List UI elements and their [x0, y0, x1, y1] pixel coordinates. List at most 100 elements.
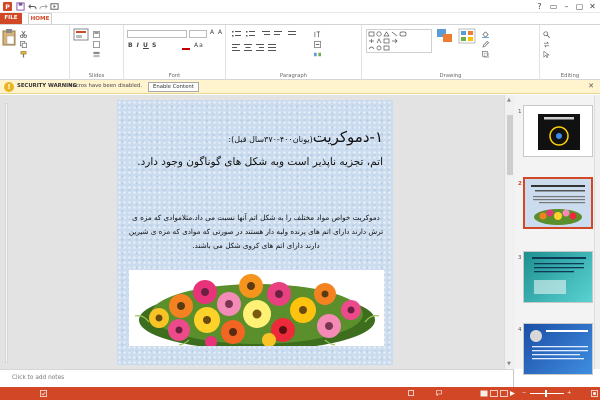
zoom-slider-track[interactable] — [530, 393, 564, 394]
reset-icon — [93, 40, 100, 48]
change-case-icon[interactable]: Aa — [194, 42, 204, 49]
thumbnail-slide-4[interactable] — [523, 323, 593, 375]
slide-subheading[interactable]: اتم، تجزیه ناپذیر است وبه شکل های گوناگو… — [127, 156, 383, 168]
save-icon[interactable] — [16, 2, 25, 11]
convert-smartart-button[interactable] — [314, 50, 323, 58]
flower-bouquet-image[interactable] — [129, 270, 384, 346]
quick-styles-button[interactable] — [458, 28, 478, 58]
zoom-in-icon[interactable]: + — [567, 390, 571, 396]
warning-icon: ! — [4, 82, 14, 92]
select-button[interactable] — [543, 50, 552, 58]
slide-heading-main: ۱-دموکریت — [312, 128, 383, 146]
paragraph-group: Paragraph — [226, 25, 362, 80]
scroll-up-arrow-icon[interactable]: ▲ — [507, 97, 511, 103]
slide-body-text[interactable]: دموکریت خواص مواد مختلف را به شکل اتم آن… — [127, 211, 385, 253]
format-painter-button[interactable] — [20, 50, 29, 58]
notes-toggle[interactable] — [408, 390, 414, 398]
shape-outline-button[interactable] — [482, 40, 491, 48]
drawing-group-label: Drawing — [439, 73, 462, 79]
thumbnail-slide-3[interactable] — [523, 251, 593, 303]
notes-pane[interactable]: Click to add notes — [0, 369, 514, 387]
find-button[interactable] — [543, 30, 552, 38]
replace-button[interactable] — [543, 40, 552, 48]
zoom-slider-thumb[interactable] — [545, 390, 547, 397]
scrollbar-thumb[interactable] — [507, 115, 513, 175]
thumbnail-slide-2[interactable] — [523, 177, 593, 229]
font-name-dropdown[interactable] — [127, 30, 187, 38]
font-group: A A B I U S Aa Font — [124, 25, 226, 80]
undo-icon[interactable] — [28, 2, 37, 11]
slides-group-label: Slides — [88, 73, 105, 79]
current-slide[interactable]: ۱-دموکریت(یونان۴۰۰-۳۷۰سال قبل): اتم، تجز… — [117, 100, 393, 365]
scroll-down-arrow-icon[interactable]: ▼ — [507, 361, 511, 367]
new-slide-button[interactable] — [73, 28, 91, 56]
shape-effects-button[interactable] — [482, 50, 491, 58]
reset-button[interactable] — [93, 40, 102, 48]
slide-heading[interactable]: ۱-دموکریت(یونان۴۰۰-۳۷۰سال قبل): — [127, 128, 383, 149]
close-button[interactable]: ✕ — [586, 1, 599, 12]
ribbon-tabs: FILE HOME — [0, 13, 600, 25]
start-slideshow-icon[interactable] — [50, 2, 59, 11]
shape-fill-button[interactable] — [482, 30, 491, 38]
enable-content-button[interactable]: Enable Content — [148, 82, 199, 92]
grow-shrink-font-icons[interactable]: A A — [210, 29, 223, 36]
search-icon — [543, 30, 550, 38]
copy-icon — [20, 40, 27, 48]
paragraph-group-label: Paragraph — [279, 73, 308, 79]
thumbnail-number: 1 — [518, 109, 522, 115]
section-icon — [93, 51, 100, 57]
tab-5[interactable] — [164, 13, 208, 24]
editor-scrollbar[interactable]: ▲ ▼ — [504, 95, 514, 369]
status-bar: − + — [0, 387, 600, 400]
quick-styles-icon — [458, 28, 476, 44]
fit-slide-icon[interactable] — [591, 390, 598, 397]
comments-toggle[interactable] — [436, 390, 442, 398]
editing-group-label: Editing — [560, 73, 580, 79]
layout-button[interactable] — [93, 30, 102, 38]
shape-effects-icon — [482, 50, 489, 58]
thumbnail-2-preview — [531, 185, 585, 225]
notes-placeholder: Click to add notes — [12, 375, 65, 381]
tab-4[interactable] — [118, 13, 162, 24]
thumbnail-3-preview — [532, 257, 586, 294]
view-buttons[interactable] — [480, 390, 516, 397]
arrange-icon — [437, 29, 452, 42]
font-color-icon[interactable] — [182, 43, 190, 50]
tab-6[interactable] — [210, 13, 256, 24]
arrange-button[interactable] — [436, 28, 456, 58]
shapes-gallery[interactable] — [366, 29, 432, 53]
redo-icon[interactable] — [39, 2, 48, 11]
copy-button[interactable] — [20, 40, 29, 48]
text-style-buttons[interactable]: B I U S — [128, 42, 157, 49]
minimize-button[interactable]: – — [560, 1, 573, 12]
paste-button[interactable] — [2, 28, 18, 56]
security-warning-bar: ! SECURITY WARNING Macros have been disa… — [0, 80, 600, 94]
paste-icon — [2, 29, 16, 46]
thumbnail-4-preview — [530, 330, 588, 360]
ribbon-display-icon[interactable]: ▭ — [547, 1, 560, 12]
font-size-dropdown[interactable] — [189, 30, 207, 38]
thumbnail-number: 4 — [518, 327, 522, 333]
maximize-button[interactable]: ▢ — [573, 1, 586, 12]
layout-icon — [93, 30, 100, 38]
help-icon[interactable]: ? — [533, 1, 546, 12]
notes-icon — [408, 390, 414, 396]
close-icon[interactable]: ✕ — [588, 82, 594, 90]
thumbnails-scrollbar[interactable] — [594, 95, 600, 369]
thumbnail-number-selected: 2 — [518, 181, 522, 187]
clipboard-group — [0, 25, 70, 80]
tab-7[interactable] — [258, 13, 288, 24]
pencil-icon — [482, 40, 489, 48]
align-text-button[interactable] — [314, 40, 323, 48]
list-indent-icons[interactable] — [232, 30, 312, 38]
tab-2[interactable] — [56, 13, 84, 24]
zoom-out-icon[interactable]: − — [522, 390, 526, 396]
text-direction-button[interactable] — [314, 30, 323, 38]
section-button[interactable] — [93, 50, 102, 58]
alignment-icons[interactable] — [232, 43, 292, 51]
tab-3[interactable] — [86, 13, 116, 24]
spell-check-icon[interactable] — [40, 390, 47, 397]
thumbnail-slide-1[interactable] — [523, 105, 593, 157]
tab-file[interactable]: FILE — [0, 13, 22, 24]
cut-button[interactable] — [20, 30, 29, 38]
